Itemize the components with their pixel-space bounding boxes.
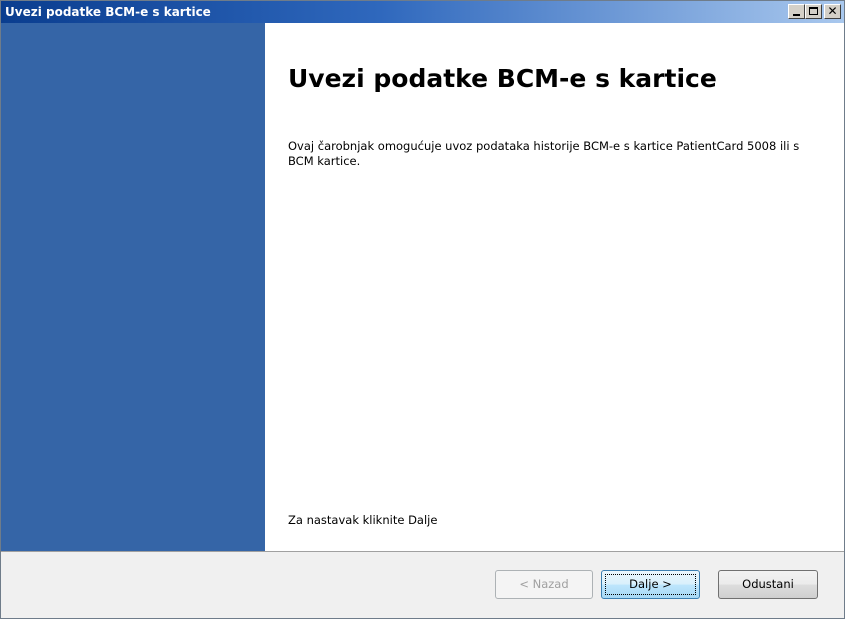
maximize-button[interactable] [805,4,822,19]
close-icon: ✕ [827,4,838,18]
window-controls: ✕ [788,4,841,20]
minimize-icon [793,14,800,16]
wizard-window: Uvezi podatke BCM-e s kartice ✕ Uvezi po… [0,0,845,619]
next-button-label: Dalje > [629,577,672,591]
wizard-sidebar [1,23,265,551]
cancel-button[interactable]: Odustani [718,570,818,599]
wizard-content: Uvezi podatke BCM-e s kartice Ovaj čarob… [1,23,844,551]
maximize-icon [809,7,818,15]
wizard-footer: < Nazad Dalje > Odustani [1,552,844,618]
wizard-description: Ovaj čarobnjak omogućuje uvoz podataka h… [288,139,800,168]
wizard-main-panel: Uvezi podatke BCM-e s kartice Ovaj čarob… [265,23,844,551]
page-title: Uvezi podatke BCM-e s kartice [288,64,717,93]
continue-hint: Za nastavak kliknite Dalje [288,513,438,527]
close-button[interactable]: ✕ [824,4,841,19]
minimize-button[interactable] [788,4,805,19]
back-button-label: < Nazad [519,577,569,591]
window-title: Uvezi podatke BCM-e s kartice [5,5,211,19]
next-button[interactable]: Dalje > [601,570,700,599]
cancel-button-label: Odustani [742,577,794,591]
back-button[interactable]: < Nazad [495,570,593,599]
title-bar[interactable]: Uvezi podatke BCM-e s kartice ✕ [1,1,844,23]
